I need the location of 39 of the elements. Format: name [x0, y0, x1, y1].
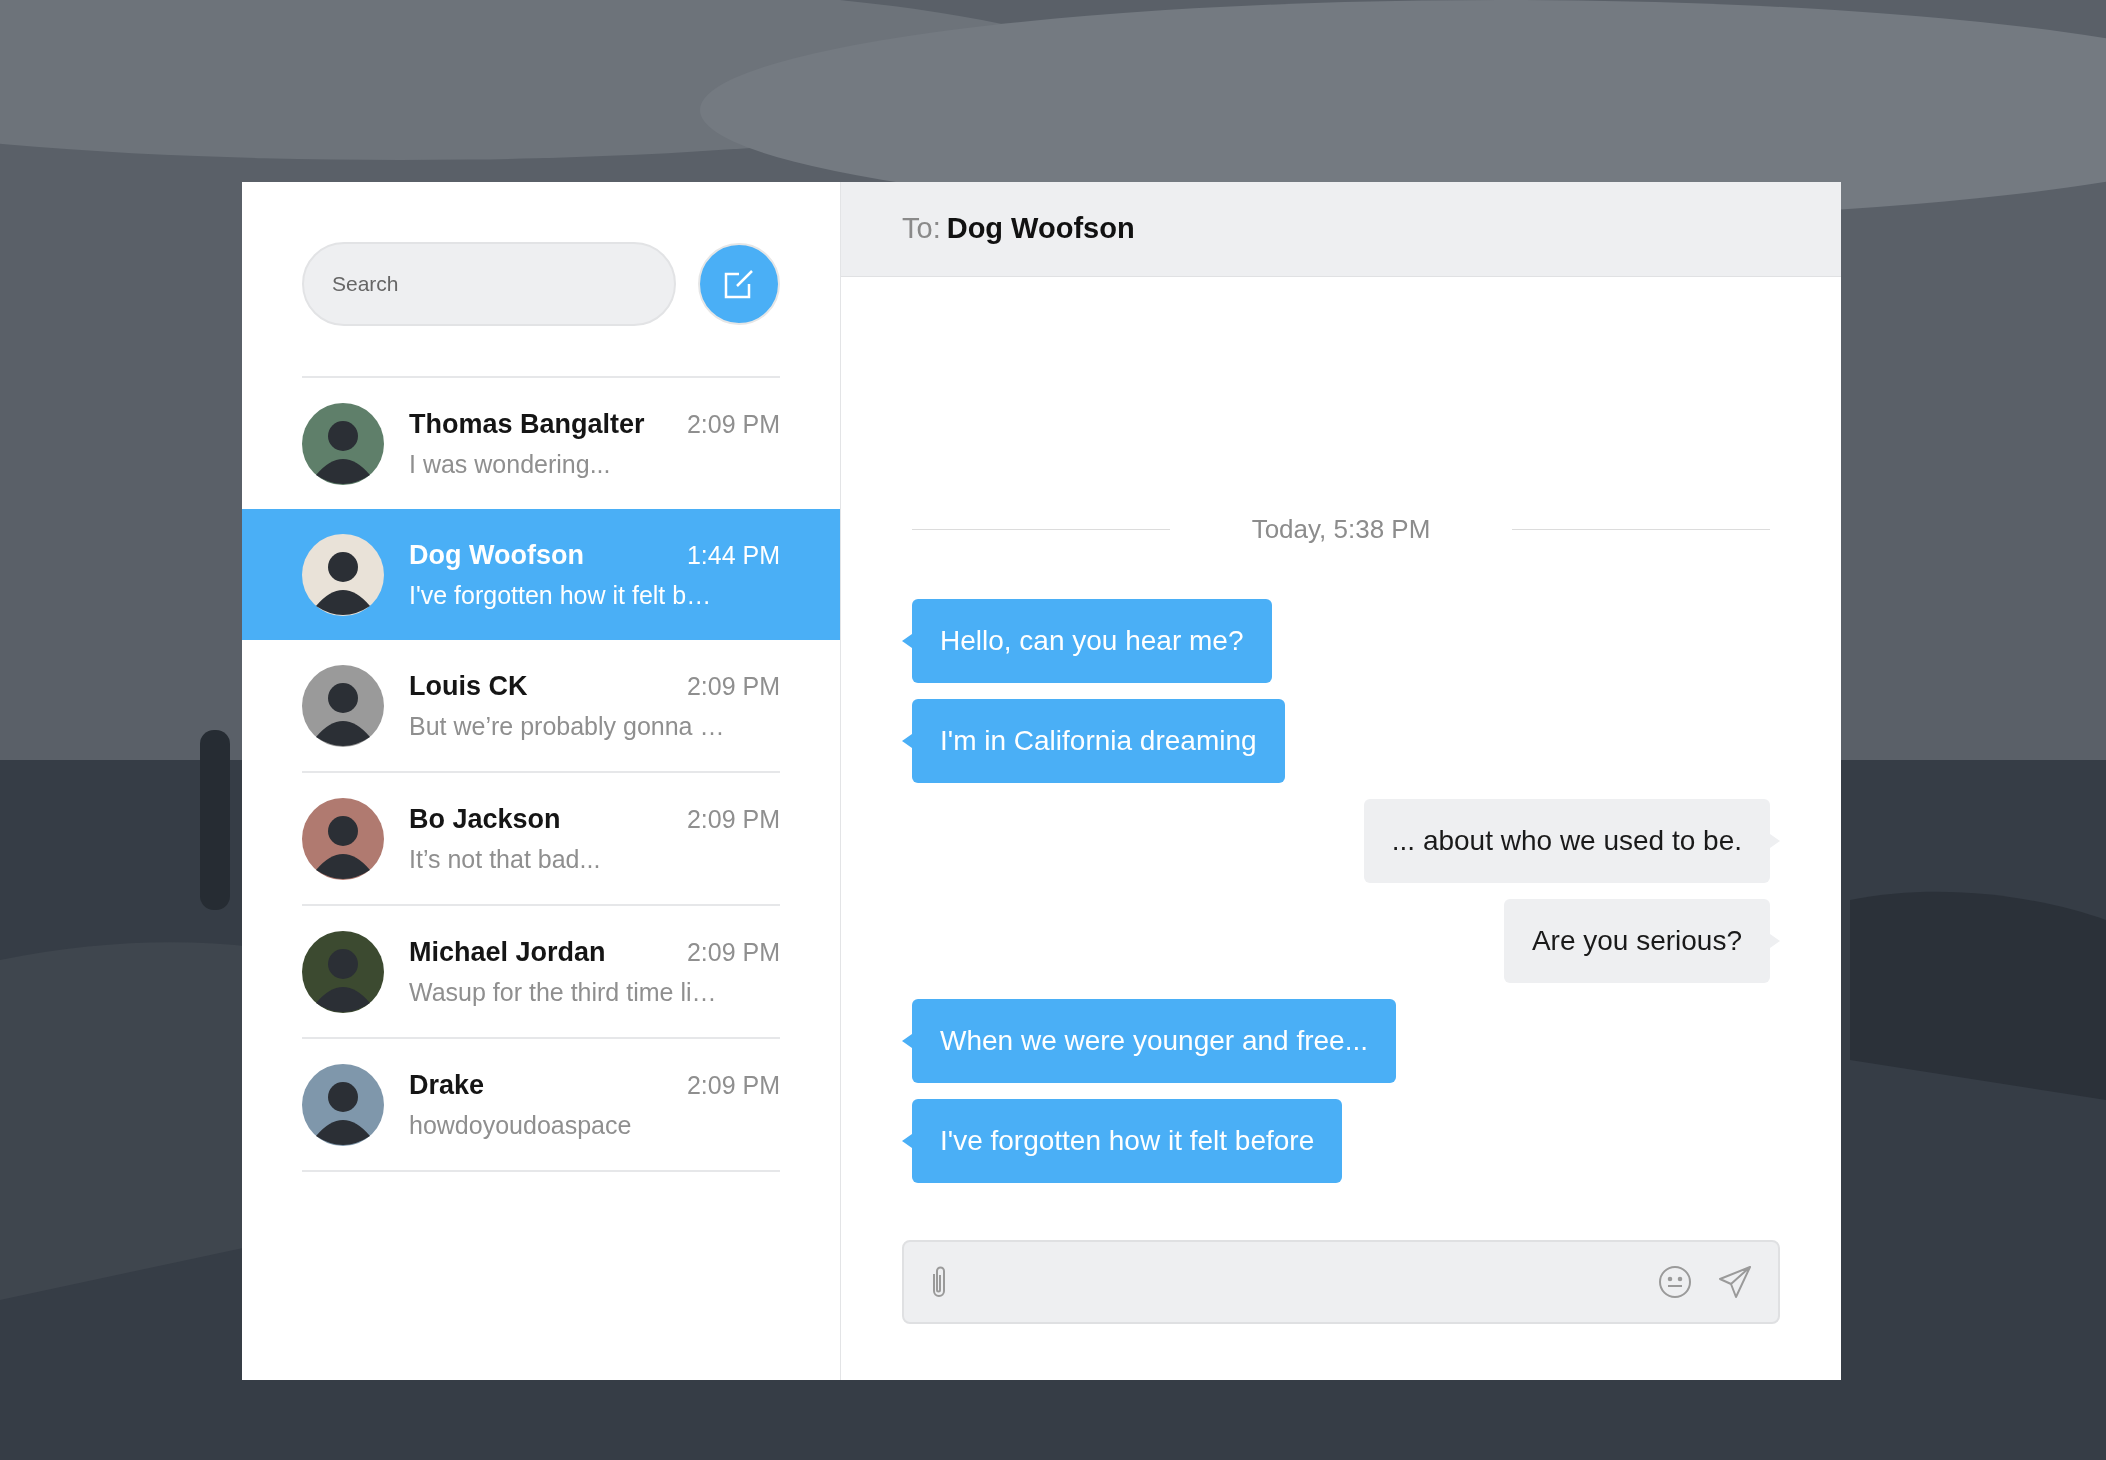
emoji-icon[interactable]: [1658, 1265, 1692, 1299]
avatar-icon: [302, 1063, 384, 1146]
search-field[interactable]: Search: [302, 242, 677, 326]
avatar-icon: [302, 664, 384, 747]
message-time: 2:09 PM: [686, 408, 780, 440]
message-time: 2:09 PM: [686, 1069, 780, 1101]
contact-name: Drake: [409, 1068, 485, 1102]
message-time: 2:09 PM: [686, 670, 780, 702]
message-bubble: Hello, can you hear me?: [912, 599, 1272, 683]
to-label: To:: [902, 211, 941, 247]
message-time: 2:09 PM: [686, 936, 780, 968]
message-preview: I was wondering...: [409, 449, 612, 480]
send-icon[interactable]: [1718, 1265, 1752, 1299]
compose-icon: [723, 268, 756, 300]
message-time: 1:44 PM: [686, 539, 780, 571]
message-bubble: When we were younger and free...: [912, 999, 1396, 1083]
recipient-name: Dog Woofson: [946, 211, 1135, 247]
message-bubble: I'm in California dreaming: [912, 699, 1285, 783]
message-time: 2:09 PM: [686, 803, 780, 835]
paperclip-icon[interactable]: [930, 1265, 948, 1299]
avatar-icon: [302, 797, 384, 880]
contact-name: Bo Jackson: [409, 802, 561, 836]
avatar-icon: [302, 533, 384, 616]
message-bubble: ... about who we used to be.: [1363, 799, 1770, 883]
message-preview: But we’re probably gonna …: [409, 711, 726, 742]
contact-name: Thomas Bangalter: [409, 407, 645, 441]
message-preview: It’s not that bad...: [409, 844, 602, 875]
message-preview: Wasup for the third time li…: [409, 977, 718, 1008]
avatar-icon: [302, 402, 384, 485]
contact-name: Dog Woofson: [409, 538, 584, 572]
date-divider: Today, 5:38 PM: [1250, 513, 1432, 546]
contact-name: Louis CK: [409, 669, 528, 703]
message-preview: I've forgotten how it felt b…: [409, 580, 713, 611]
message-preview: howdoyoudoaspace: [409, 1110, 633, 1141]
message-bubble: Are you serious?: [1503, 899, 1770, 983]
avatar-icon: [302, 930, 384, 1013]
contact-name: Michael Jordan: [409, 935, 606, 969]
message-input[interactable]: [902, 1240, 1780, 1324]
message-bubble: I've forgotten how it felt before: [912, 1099, 1343, 1183]
